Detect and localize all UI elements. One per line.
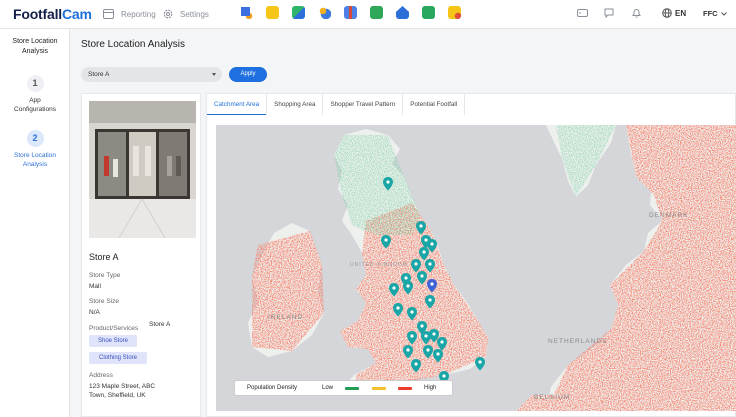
tab-catchment-area[interactable]: Catchment Area xyxy=(207,94,268,115)
store-type-label: Store Type xyxy=(89,272,121,279)
gear-icon xyxy=(163,9,173,19)
product-services-value: Store A xyxy=(149,321,171,328)
calendar-app-icon[interactable] xyxy=(422,6,435,19)
store-photo xyxy=(89,101,196,238)
legend-low-label: Low xyxy=(322,385,334,391)
camera-icon[interactable] xyxy=(577,8,588,18)
weather-app-icon[interactable] xyxy=(318,6,331,19)
notes-app-icon[interactable] xyxy=(266,6,279,19)
chat-icon[interactable] xyxy=(604,8,614,18)
alert-app-icon[interactable] xyxy=(448,6,461,19)
apply-button[interactable]: Apply xyxy=(229,67,267,82)
tab-shopper-travel-pattern[interactable]: Shopper Travel Pattern xyxy=(323,94,404,115)
store-size-label: Store Size xyxy=(89,298,119,305)
address-line-2: Town, Sheffield, UK xyxy=(89,392,146,399)
store-type-value: Mall xyxy=(89,283,101,290)
catchment-map[interactable]: IRELAND DENMARK NETHERLANDS BELGIUM UNIT… xyxy=(216,125,736,411)
tab-potential-footfall[interactable]: Potential Footfall xyxy=(403,94,466,115)
step-number: 2 xyxy=(26,130,44,147)
step-store-location-analysis[interactable]: 2 Store Location Analysis xyxy=(0,130,70,169)
page-title: Store Location Analysis xyxy=(81,39,185,50)
map-label-united-kingdom: UNITED KINGDOM xyxy=(350,262,408,268)
top-bar: FootfallCam Reporting Settings EN FFC xyxy=(0,0,736,29)
legend-low-swatch xyxy=(345,387,359,390)
legend-title: Population Density xyxy=(247,385,298,391)
address-label: Address xyxy=(89,372,113,379)
legend-high-label: High xyxy=(424,385,437,391)
tag-shoe-store: Shoe Store xyxy=(89,335,137,347)
tag-clothing-store: Clothing Store xyxy=(89,352,147,364)
chevron-down-icon xyxy=(720,11,727,16)
nav-reporting[interactable]: Reporting xyxy=(103,9,156,19)
sidebar: Store Location Analysis 1 App Configurat… xyxy=(0,29,70,417)
address-line-1: 123 Maple Street, ABC xyxy=(89,383,156,390)
spreadsheet-app-icon[interactable] xyxy=(370,6,383,19)
product-services-label: Product/Services xyxy=(89,325,139,332)
step-app-configurations[interactable]: 1 App Configurations xyxy=(0,75,70,114)
home-app-icon[interactable] xyxy=(396,6,409,19)
tab-shopping-area[interactable]: Shopping Area xyxy=(267,94,324,115)
population-density-legend: Population Density Low High xyxy=(234,380,453,396)
store-size-value: N/A xyxy=(89,309,100,316)
map-label-belgium: BELGIUM xyxy=(534,394,570,401)
legend-mid-swatch xyxy=(372,387,386,390)
store-name: Store A xyxy=(89,252,119,262)
analysis-panel: Catchment Area Shopping Area Shopper Tra… xyxy=(206,93,736,417)
tab-bar: Catchment Area Shopping Area Shopper Tra… xyxy=(207,94,466,115)
step-number: 1 xyxy=(26,75,44,92)
people-flow-app-icon[interactable] xyxy=(292,6,305,19)
globe-icon xyxy=(662,8,672,18)
step-label: Store Location Analysis xyxy=(14,152,56,168)
logo[interactable]: FootfallCam xyxy=(13,6,92,22)
sidebar-title: Store Location Analysis xyxy=(12,38,58,55)
caret-down-icon xyxy=(212,73,216,76)
legend-high-swatch xyxy=(398,387,412,390)
map-label-ireland: IRELAND xyxy=(268,314,303,321)
user-menu[interactable]: FFC xyxy=(703,9,727,18)
store-card: Store A Store Type Mall Store Size N/A P… xyxy=(81,93,201,417)
nav-settings[interactable]: Settings xyxy=(163,9,209,19)
map-label-denmark: DENMARK xyxy=(649,212,689,219)
map-label-netherlands: NETHERLANDS xyxy=(548,338,607,345)
app-shortcuts xyxy=(240,6,461,19)
bell-icon[interactable] xyxy=(632,8,641,18)
reporting-icon xyxy=(103,9,114,19)
language-selector[interactable]: EN xyxy=(662,8,686,18)
step-label: App Configurations xyxy=(14,97,56,113)
store-select[interactable]: Store A xyxy=(81,67,222,82)
database-app-icon[interactable] xyxy=(240,6,253,19)
gift-app-icon[interactable] xyxy=(344,6,357,19)
